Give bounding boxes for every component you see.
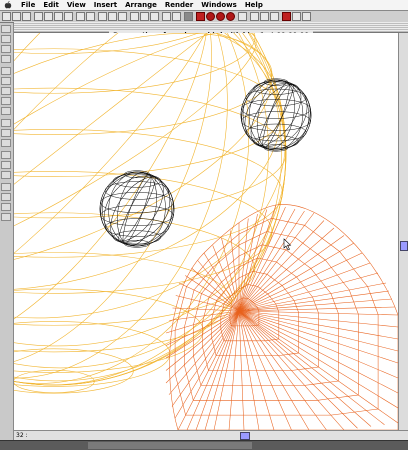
menu-windows[interactable]: Windows — [197, 0, 241, 10]
menu-arrange[interactable]: Arrange — [121, 0, 161, 10]
paint-tool-icon[interactable] — [1, 171, 11, 179]
camera-tool-icon[interactable] — [1, 151, 11, 159]
taskbar — [0, 440, 408, 450]
cube-tool-icon[interactable] — [1, 87, 11, 95]
menu-file[interactable]: File — [17, 0, 39, 10]
select-icon[interactable] — [76, 12, 85, 21]
align-icon[interactable] — [292, 12, 301, 21]
hierarchy-icon[interactable] — [270, 12, 279, 21]
taskbar-item[interactable] — [152, 442, 208, 449]
mesh-tool-icon[interactable] — [1, 139, 11, 147]
window-title-bar[interactable]: Perspective of ray dream bird with hier:… — [14, 22, 408, 40]
magnify-tool-icon[interactable] — [1, 193, 11, 201]
horizontal-scrollbar[interactable]: 32 : — [14, 430, 408, 440]
vertical-scrollbar[interactable] — [398, 33, 408, 430]
hand-tool-icon[interactable] — [1, 55, 11, 63]
wireframe-cone[interactable] — [165, 204, 398, 430]
link-broken-icon[interactable] — [260, 12, 269, 21]
zoom-fit-icon[interactable] — [118, 12, 127, 21]
menu-help[interactable]: Help — [241, 0, 267, 10]
text-tool-icon[interactable] — [1, 119, 11, 127]
cylinder-tool-icon[interactable] — [1, 107, 11, 115]
rotate-tool-icon[interactable] — [1, 35, 11, 43]
eyedropper-tool-icon[interactable] — [1, 183, 11, 191]
grid-icon[interactable] — [162, 12, 171, 21]
render-preview-icon[interactable] — [216, 12, 225, 21]
link-icon[interactable] — [250, 12, 259, 21]
menu-bar: File Edit View Insert Arrange Render Win… — [0, 0, 408, 11]
large-wireframe-sphere[interactable] — [14, 33, 345, 430]
undo-icon[interactable] — [64, 12, 73, 21]
taskbar-item[interactable] — [88, 442, 154, 449]
apple-icon[interactable] — [3, 1, 13, 9]
sphere-tool-icon[interactable] — [1, 77, 11, 85]
tool-palette — [0, 23, 14, 450]
menu-edit[interactable]: Edit — [39, 0, 63, 10]
zoom-out-icon[interactable] — [108, 12, 117, 21]
arrow-tool-icon[interactable] — [1, 25, 11, 33]
menu-insert[interactable]: Insert — [90, 0, 121, 10]
vertical-scroll-thumb[interactable] — [400, 241, 408, 251]
menu-view[interactable]: View — [63, 0, 90, 10]
camera-icon[interactable] — [130, 12, 139, 21]
pan-icon[interactable] — [86, 12, 95, 21]
frame-icon[interactable] — [238, 12, 247, 21]
copy-icon[interactable] — [44, 12, 53, 21]
view-icon[interactable] — [150, 12, 159, 21]
light-tool-icon[interactable] — [1, 161, 11, 169]
render-final-icon[interactable] — [226, 12, 235, 21]
taskbar-item[interactable] — [206, 442, 252, 449]
light-icon[interactable] — [140, 12, 149, 21]
perspective-viewport[interactable] — [14, 33, 398, 430]
zoom-in-icon[interactable] — [98, 12, 107, 21]
link-tool-icon[interactable] — [1, 203, 11, 211]
arrow-icon[interactable] — [282, 12, 291, 21]
zoom-level[interactable]: 32 : — [16, 431, 28, 440]
horizontal-scroll-thumb[interactable] — [240, 432, 250, 440]
primitive-tool-icon[interactable] — [1, 67, 11, 75]
free-form-tool-icon[interactable] — [1, 129, 11, 137]
open-icon[interactable] — [12, 12, 21, 21]
wand-tool-icon[interactable] — [1, 213, 11, 221]
cut-icon[interactable] — [34, 12, 43, 21]
new-document-icon[interactable] — [2, 12, 11, 21]
group-icon[interactable] — [302, 12, 311, 21]
paste-icon[interactable] — [54, 12, 63, 21]
render-sphere-icon[interactable] — [206, 12, 215, 21]
box-icon[interactable] — [172, 12, 181, 21]
mouse-cursor-icon — [283, 238, 292, 251]
shade-icon[interactable] — [184, 12, 193, 21]
save-icon[interactable] — [22, 12, 31, 21]
render-box-icon[interactable] — [196, 12, 205, 21]
move-tool-icon[interactable] — [1, 45, 11, 53]
cone-tool-icon[interactable] — [1, 97, 11, 105]
wireframe-scene — [14, 33, 398, 430]
menu-render[interactable]: Render — [161, 0, 197, 10]
